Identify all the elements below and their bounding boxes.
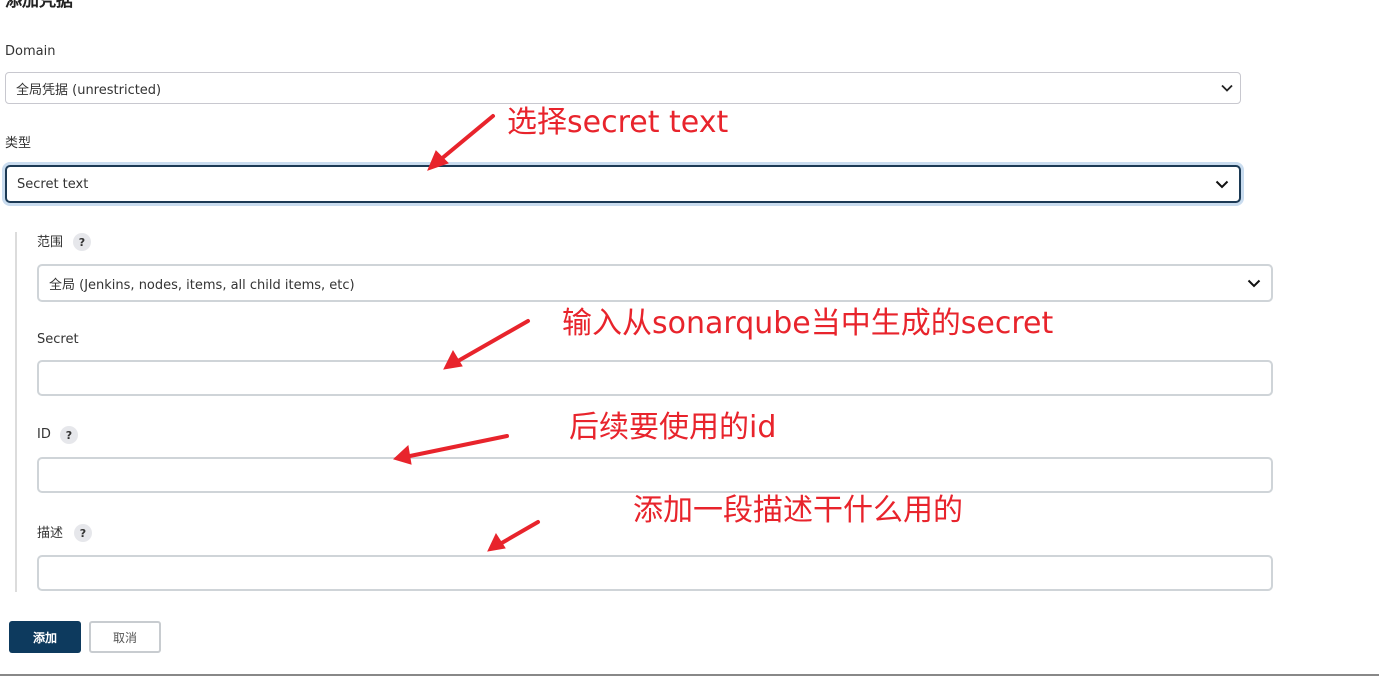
red-arrow — [393, 434, 509, 465]
red-arrow — [427, 114, 495, 171]
red-arrow — [487, 520, 540, 552]
add-credentials-page: 添加凭据 Domain 全局凭据 (unrestricted) 类型 Secre… — [0, 0, 1379, 676]
annotation-arrows — [393, 114, 540, 552]
red-arrow — [443, 319, 530, 370]
